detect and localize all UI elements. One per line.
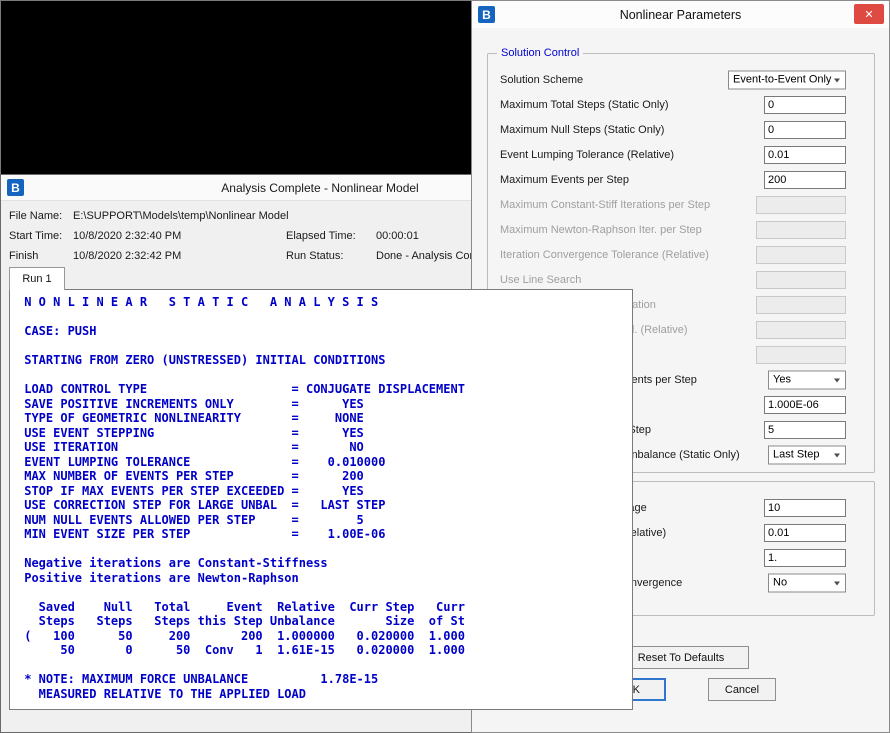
param-row: Iteration Convergence Tolerance (Relativ… — [488, 242, 874, 267]
chevron-down-icon — [834, 78, 840, 85]
param-label: Event Lumping Tolerance (Relative) — [500, 148, 675, 161]
run-status-value: Done - Analysis Com — [376, 250, 479, 262]
group-title: Solution Control — [497, 47, 584, 59]
param-input — [756, 345, 846, 364]
param-row: Event Lumping Tolerance (Relative) — [488, 142, 874, 167]
run-status-label: Run Status: — [286, 250, 344, 262]
dialog-title: Nonlinear Parameters — [619, 7, 742, 22]
param-dropdown[interactable]: No — [768, 573, 846, 592]
cancel-button[interactable]: Cancel — [708, 678, 776, 701]
dropdown-value: Yes — [773, 373, 791, 386]
file-name-value: E:\SUPPORT\Models\temp\Nonlinear Model — [73, 210, 289, 222]
elapsed-time-label: Elapsed Time: — [286, 230, 356, 242]
param-label: Maximum Newton-Raphson Iter. per Step — [500, 223, 702, 236]
param-input — [756, 320, 846, 339]
param-input[interactable] — [764, 523, 846, 542]
close-button[interactable]: ✕ — [854, 4, 884, 24]
param-label: Maximum Null Steps (Static Only) — [500, 123, 665, 136]
analysis-output-panel[interactable]: N O N L I N E A R S T A T I C A N A L Y … — [9, 289, 633, 710]
param-label: Use Line Search — [500, 273, 582, 286]
param-input[interactable] — [764, 145, 846, 164]
param-dropdown[interactable]: Yes — [768, 370, 846, 389]
param-label: Iteration Convergence Tolerance (Relativ… — [500, 248, 709, 261]
param-row: Maximum Total Steps (Static Only) — [488, 92, 874, 117]
param-label: Solution Scheme — [500, 73, 584, 86]
param-input — [756, 220, 846, 239]
param-label: Maximum Total Steps (Static Only) — [500, 98, 669, 111]
param-input[interactable] — [764, 395, 846, 414]
param-input[interactable] — [764, 95, 846, 114]
app-logo-icon: B — [7, 179, 24, 196]
param-input[interactable] — [764, 420, 846, 439]
param-input — [756, 245, 846, 264]
close-icon: ✕ — [864, 8, 874, 21]
dialog-titlebar: B Nonlinear Parameters ✕ — [472, 1, 889, 28]
param-input[interactable] — [764, 548, 846, 567]
param-dropdown[interactable]: Event-to-Event Only — [728, 70, 846, 89]
param-row: Maximum Events per Step — [488, 167, 874, 192]
reset-to-defaults-button[interactable]: Reset To Defaults — [613, 646, 749, 669]
dropdown-value: Event-to-Event Only — [733, 73, 832, 86]
finish-value: 10/8/2020 2:32:42 PM — [73, 250, 182, 262]
elapsed-time-value: 00:00:01 — [376, 230, 419, 242]
dropdown-value: Last Step — [773, 448, 820, 461]
analysis-output-text: N O N L I N E A R S T A T I C A N A L Y … — [24, 295, 465, 701]
param-row: Maximum Newton-Raphson Iter. per Step — [488, 217, 874, 242]
dropdown-value: No — [773, 576, 788, 589]
start-time-value: 10/8/2020 2:32:40 PM — [73, 230, 182, 242]
param-row: Maximum Constant-Stiff Iterations per St… — [488, 192, 874, 217]
window-title: Analysis Complete - Nonlinear Model — [221, 180, 419, 195]
param-input — [756, 270, 846, 289]
param-input — [756, 195, 846, 214]
param-input[interactable] — [764, 498, 846, 517]
param-input[interactable] — [764, 170, 846, 189]
param-input — [756, 295, 846, 314]
finish-label: Finish — [9, 250, 39, 262]
app-logo-icon: B — [478, 6, 495, 23]
param-label: Maximum Events per Step — [500, 173, 629, 186]
param-row: Maximum Null Steps (Static Only) — [488, 117, 874, 142]
chevron-down-icon — [834, 581, 840, 588]
tab-run-1[interactable]: Run 1 — [9, 267, 65, 290]
chevron-down-icon — [834, 378, 840, 385]
file-name-label: File Name: — [9, 210, 63, 222]
param-dropdown[interactable]: Last Step — [768, 445, 846, 464]
param-row: Solution Scheme Event-to-Event Only — [488, 67, 874, 92]
start-time-label: Start Time: — [9, 230, 63, 242]
screen: B Analysis Complete - Nonlinear Model Fi… — [0, 0, 890, 733]
param-input[interactable] — [764, 120, 846, 139]
chevron-down-icon — [834, 453, 840, 460]
param-label: Maximum Constant-Stiff Iterations per St… — [500, 198, 711, 211]
